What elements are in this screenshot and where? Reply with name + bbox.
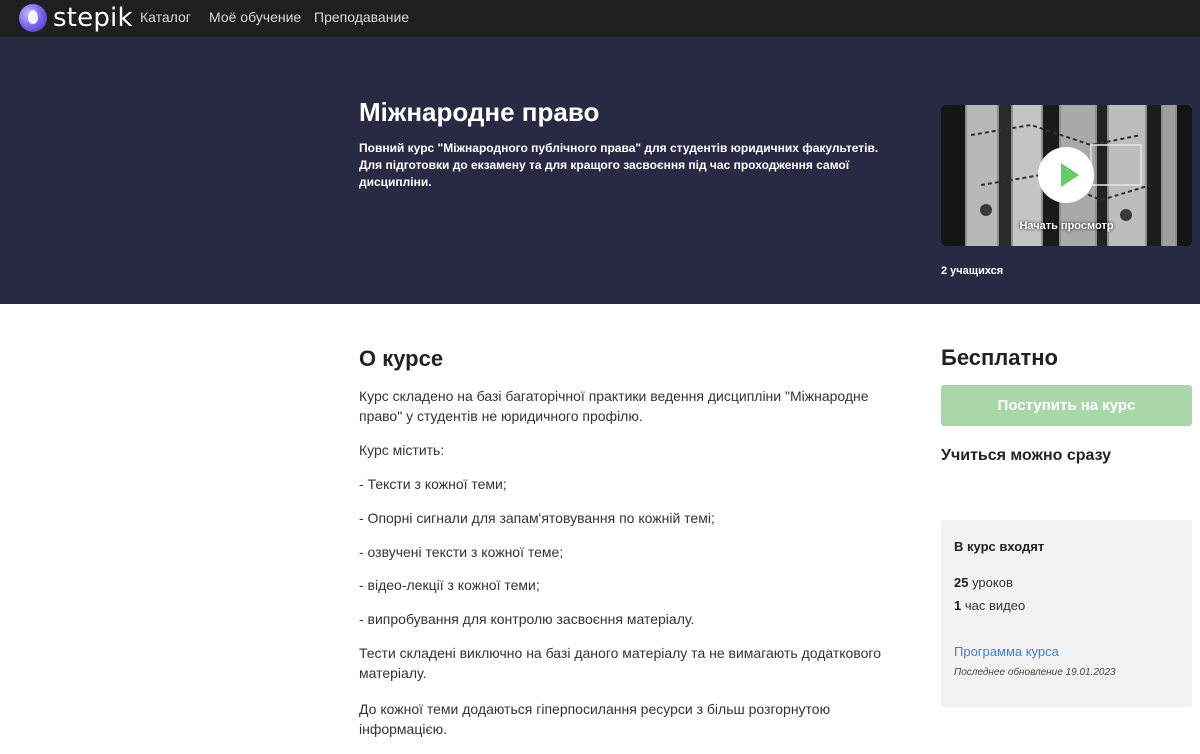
nav-link-catalog[interactable]: Каталог <box>140 9 191 25</box>
about-list-item: - відео-лекції з кожної теми; <box>359 577 540 593</box>
course-program-link[interactable]: Программа курса <box>954 644 1059 659</box>
about-paragraph: До кожної теми додаються гіперпосилання … <box>359 701 831 737</box>
top-navigation: stepik Каталог Моё обучение Преподавание <box>0 0 1200 37</box>
logo-text: stepik <box>53 3 133 33</box>
about-list-item: - випробування для контролю засвоєння ма… <box>359 611 695 627</box>
about-paragraph: Тести складені виключно на базі даного м… <box>359 645 881 681</box>
start-preview-label[interactable]: Начать просмотр <box>941 220 1192 232</box>
video-stat: 1 час видео <box>954 598 1025 613</box>
course-summary: Повний курс "Міжнародного публічного пра… <box>359 141 879 189</box>
course-includes-box: В курс входят 25 уроков 1 час видео Прог… <box>941 520 1192 707</box>
learn-now-note: Учиться можно сразу <box>941 447 1112 464</box>
about-section-title: О курсе <box>359 346 444 371</box>
lessons-stat: 25 уроков <box>954 575 1013 590</box>
includes-title: В курс входят <box>954 539 1045 554</box>
stepik-logo-icon <box>19 4 47 32</box>
enroll-button[interactable]: Поступить на курс <box>941 385 1192 426</box>
last-updated: Последнее обновление 19.01.2023 <box>954 667 1116 678</box>
course-price: Бесплатно <box>941 345 1058 370</box>
about-list-item: - Тексти з кожної теми; <box>359 476 507 492</box>
lessons-label: уроков <box>968 575 1013 590</box>
nav-link-my-learning[interactable]: Моё обучение <box>209 9 301 25</box>
course-promo-video[interactable]: Начать просмотр <box>941 105 1192 246</box>
about-paragraph: Курс містить: <box>359 442 445 458</box>
learners-count: 2 учащихся <box>941 265 1004 277</box>
lessons-count: 25 <box>954 575 969 590</box>
nav-link-teaching[interactable]: Преподавание <box>314 9 409 25</box>
course-title: Міжнародне право <box>359 97 600 127</box>
play-icon[interactable] <box>1038 147 1094 203</box>
about-list-item: - озвучені тексти з кожної теме; <box>359 544 564 560</box>
course-hero: Міжнародне право Повний курс "Міжнародно… <box>0 37 1200 304</box>
stepik-logo[interactable]: stepik <box>19 4 133 32</box>
about-list-item: - Опорні сигнали для запам'ятовування по… <box>359 510 715 526</box>
about-paragraph: Курс складено на базі багаторічної практ… <box>359 388 869 424</box>
video-label: час видео <box>961 598 1026 613</box>
